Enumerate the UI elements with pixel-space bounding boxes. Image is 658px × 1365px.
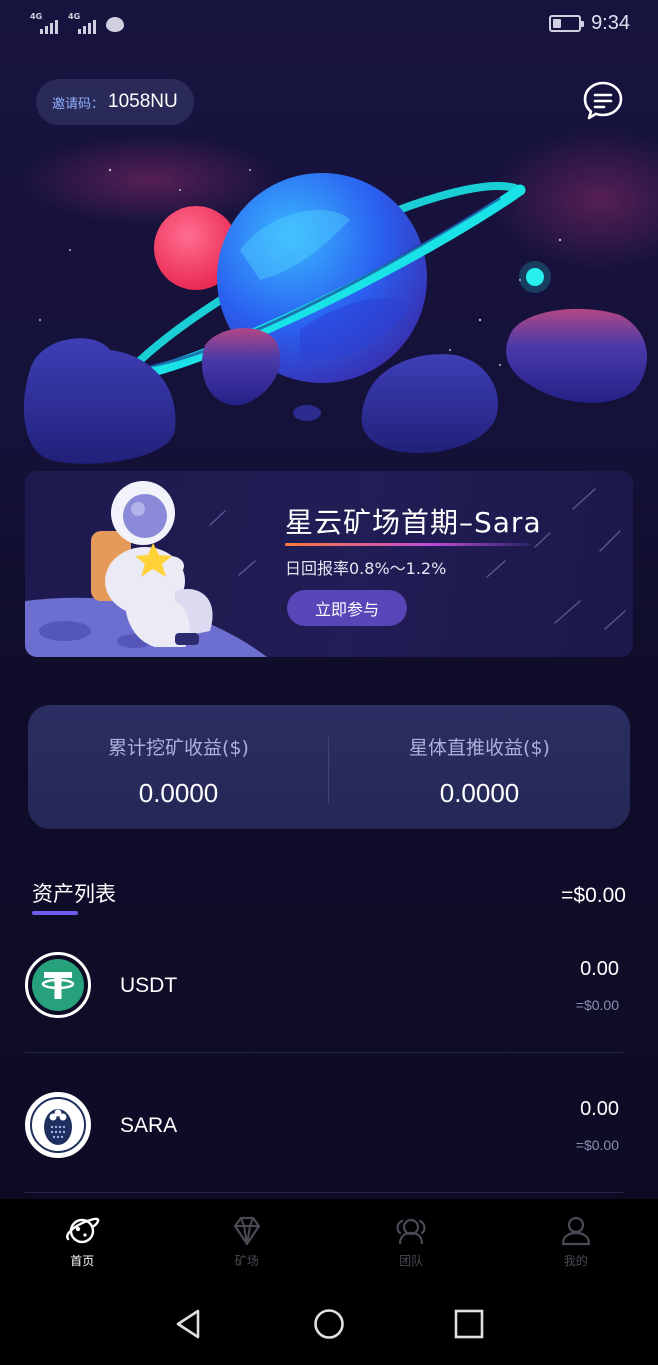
invite-code-pill[interactable]: 邀请码： 1058NU: [36, 79, 194, 125]
list-item-usdt[interactable]: USDT 0.00 =$0.00: [25, 952, 623, 1091]
mining-earnings: 累计挖矿收益($) 0.0000: [28, 705, 329, 829]
home-screen: 4G 4G 9:34 邀请码： 1058NU 星云矿场首期–Sara 日回报率0…: [0, 0, 658, 1365]
divider: [25, 1052, 623, 1053]
asset-usd-value: =$0.00: [575, 1137, 619, 1153]
earnings-card: 累计挖矿收益($) 0.0000 星体直推收益($) 0.0000: [28, 705, 630, 829]
signal-icon: 4G: [30, 12, 60, 34]
mining-earnings-label: 累计挖矿收益($): [108, 737, 249, 759]
message-icon: [106, 17, 124, 32]
asset-amount: 0.00: [580, 958, 619, 980]
referral-earnings-value: 0.0000: [439, 778, 520, 808]
banner-subtitle: 日回报率0.8%～1.2%: [285, 559, 447, 578]
profile-icon: [561, 1216, 590, 1246]
tab-label: 首页: [70, 1254, 95, 1268]
asset-usd-value: =$0.00: [575, 997, 619, 1013]
tab-label: 矿场: [234, 1254, 259, 1268]
recents-icon[interactable]: [452, 1307, 486, 1341]
battery-icon: [549, 15, 585, 32]
tab-label: 团队: [399, 1254, 424, 1268]
asset-total: =$0.00: [561, 884, 626, 907]
bottom-tab-bar: 首页 矿场 团队 我的: [0, 1199, 658, 1279]
divider: [25, 1192, 623, 1193]
tether-icon: [25, 952, 91, 1018]
system-nav-bar: [0, 1279, 658, 1365]
mining-earnings-value: 0.0000: [138, 778, 219, 808]
asset-name: SARA: [120, 1114, 178, 1137]
message-button[interactable]: [582, 80, 624, 122]
sara-icon: [25, 1092, 91, 1158]
banner-accent-line: [285, 543, 530, 546]
tab-profile[interactable]: 我的: [494, 1199, 658, 1279]
home-icon[interactable]: [312, 1307, 346, 1341]
divider: [328, 737, 329, 803]
team-icon: [396, 1218, 426, 1245]
invite-label: 邀请码：: [52, 96, 105, 112]
back-icon[interactable]: [172, 1307, 206, 1341]
asset-amount: 0.00: [580, 1098, 619, 1120]
tab-team[interactable]: 团队: [329, 1199, 494, 1279]
signal-icon: 4G: [68, 12, 98, 34]
status-right: 9:34: [549, 12, 630, 35]
invite-code: 1058NU: [108, 91, 178, 112]
tab-home[interactable]: 首页: [0, 1199, 165, 1279]
diamond-icon: [233, 1216, 260, 1246]
status-bar: 4G 4G 9:34: [0, 0, 658, 50]
banner-title: 星云矿场首期–Sara: [285, 506, 542, 539]
status-left: 4G 4G: [30, 12, 124, 34]
asset-name: USDT: [120, 974, 178, 997]
message-icon: [583, 81, 623, 120]
planet-icon: [66, 1217, 100, 1244]
asset-list-title: 资产列表: [32, 882, 116, 906]
referral-earnings-label: 星体直推收益($): [409, 737, 550, 759]
tab-label: 我的: [563, 1254, 588, 1268]
asset-list-underline: [32, 911, 78, 915]
tab-mine[interactable]: 矿场: [165, 1199, 330, 1279]
planet-illustration: [20, 130, 658, 464]
join-now-button[interactable]: 立即参与: [287, 590, 407, 626]
referral-earnings: 星体直推收益($) 0.0000: [329, 705, 630, 829]
promo-banner[interactable]: 星云矿场首期–Sara 日回报率0.8%～1.2% 立即参与: [25, 471, 633, 657]
clock: 9:34: [591, 12, 630, 34]
